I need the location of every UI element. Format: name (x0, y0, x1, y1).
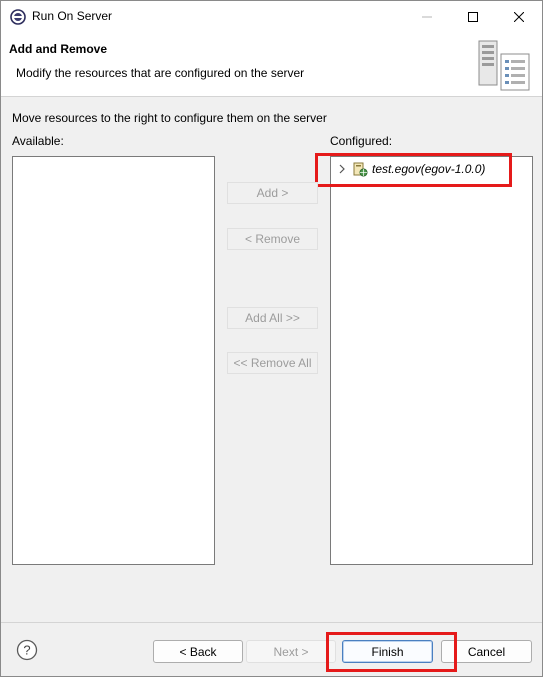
page-description: Modify the resources that are configured… (16, 66, 305, 80)
web-project-icon (353, 162, 368, 177)
cancel-button[interactable]: Cancel (441, 640, 532, 663)
instructions-text: Move resources to the right to configure… (12, 111, 327, 125)
footer-divider (1, 622, 542, 623)
minimize-button[interactable] (404, 1, 450, 32)
back-button[interactable]: < Back (153, 640, 243, 663)
configured-label: Configured: (330, 134, 393, 148)
configured-list[interactable]: test.egov(egov-1.0.0) (330, 156, 533, 565)
eclipse-app-icon (10, 9, 26, 25)
close-button[interactable] (496, 1, 542, 32)
next-button[interactable]: Next > (246, 640, 336, 663)
chevron-right-icon[interactable] (336, 163, 348, 175)
add-all-button[interactable]: Add All >> (227, 307, 318, 329)
window-title: Run On Server (32, 9, 113, 23)
title-bar: Run On Server (1, 1, 542, 32)
run-on-server-dialog: Run On Server Add and Remove Modify the … (0, 0, 543, 677)
maximize-button[interactable] (450, 1, 496, 32)
configured-item-label: test.egov(egov-1.0.0) (372, 162, 486, 176)
minimize-icon (422, 16, 432, 17)
add-button[interactable]: Add > (227, 182, 318, 204)
finish-button[interactable]: Finish (342, 640, 433, 663)
svg-text:?: ? (23, 643, 30, 658)
server-wizard-icon (478, 40, 530, 91)
remove-all-button[interactable]: << Remove All (227, 352, 318, 374)
configured-item-test-egov[interactable]: test.egov(egov-1.0.0) (336, 160, 485, 178)
available-label: Available: (12, 134, 64, 148)
close-icon (514, 11, 524, 22)
wizard-header: Add and Remove Modify the resources that… (1, 32, 542, 97)
maximize-icon (468, 11, 478, 22)
available-list[interactable] (12, 156, 215, 565)
help-icon[interactable]: ? (16, 639, 38, 661)
remove-button[interactable]: < Remove (227, 228, 318, 250)
page-title: Add and Remove (9, 42, 108, 56)
